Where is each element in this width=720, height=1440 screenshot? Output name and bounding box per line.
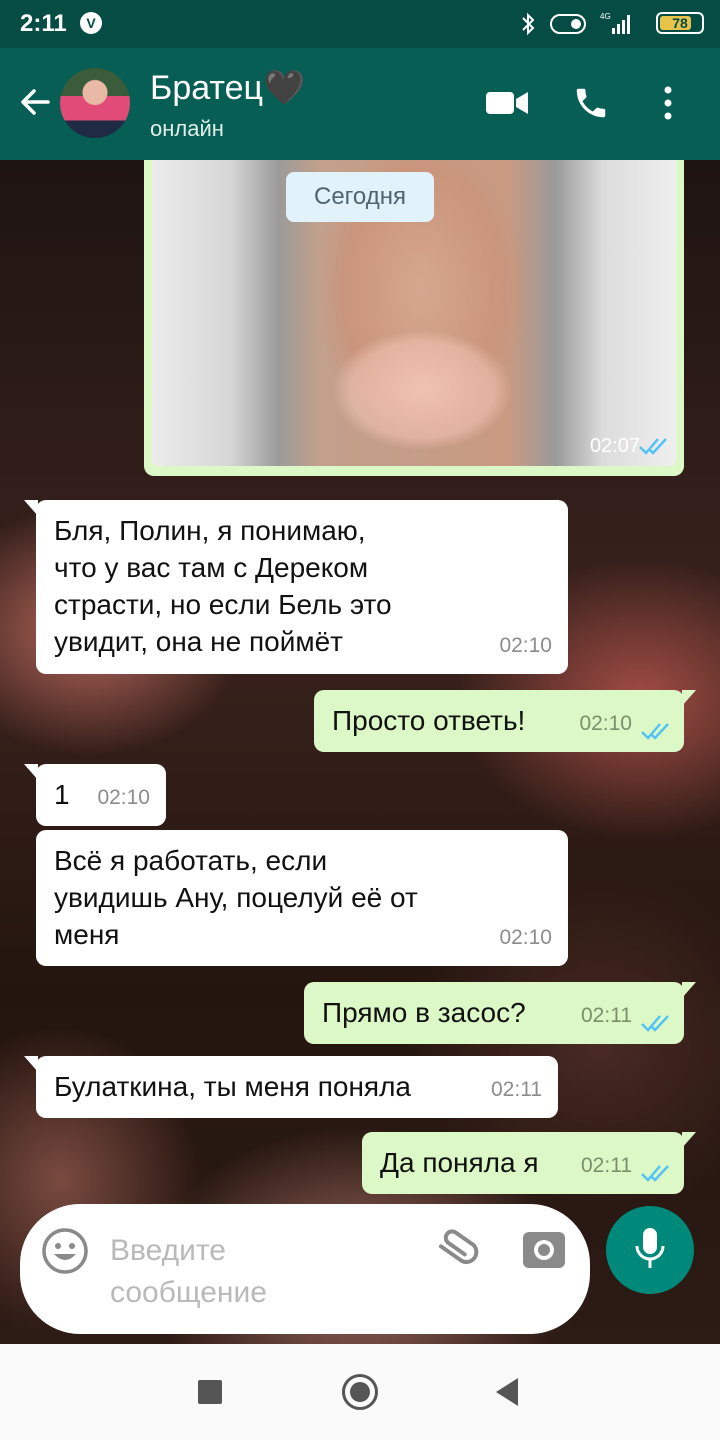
hotspot-toggle-icon — [550, 14, 586, 34]
bluetooth-icon — [520, 12, 536, 42]
contact-name[interactable]: Братец🖤 — [150, 68, 305, 108]
contact-status: онлайн — [150, 116, 224, 141]
message-text-line: Бля, Полин, я понимаю, — [54, 515, 366, 546]
attach-icon[interactable] — [430, 1226, 480, 1276]
status-time: 2:11 — [20, 10, 67, 37]
emoji-icon[interactable] — [40, 1226, 90, 1276]
signal-icon: 4G — [600, 10, 634, 36]
message-time: 02:10 — [579, 712, 632, 735]
read-ticks-icon — [639, 438, 667, 455]
message-text-line: увидишь Ану, поцелуй её от — [54, 882, 418, 913]
bubble-tail — [682, 1132, 696, 1148]
network-label: 4G — [600, 12, 611, 21]
carrier-badge: V — [80, 12, 102, 34]
message-time: 02:07 — [589, 435, 640, 457]
message-time: 02:11 — [491, 1078, 542, 1101]
read-ticks-icon — [641, 1015, 669, 1032]
message-text-line: Булаткина, ты меня поняла — [54, 1071, 411, 1102]
message-input[interactable]: Введите сообщение — [110, 1230, 410, 1314]
incoming-message[interactable]: Бля, Полин, я понимаю, что у вас там с Де… — [24, 500, 568, 674]
battery-icon: 78 — [656, 12, 704, 34]
message-text-line: что у вас там с Дереком — [54, 552, 369, 583]
voice-message-button[interactable] — [606, 1206, 694, 1294]
bubble-tail — [24, 500, 38, 516]
placeholder-line-1: Введите — [110, 1234, 226, 1267]
bubble-tail — [24, 764, 38, 780]
chat-area[interactable]: 02:07 Сегодня Бля, Полин, я понимаю, что … — [0, 160, 720, 1344]
video-call-icon[interactable] — [484, 84, 530, 125]
camera-icon[interactable] — [520, 1226, 568, 1274]
message-text-line: страсти, но если Бель это — [54, 589, 392, 620]
status-bar: 2:11 V 4G 78 — [0, 0, 720, 48]
message-text-line: меня — [54, 919, 120, 950]
message-time: 02:11 — [581, 1004, 632, 1027]
message-text-line: Всё я работать, если — [54, 845, 328, 876]
more-vert-icon[interactable] — [660, 84, 676, 127]
message-text-line: увидит, она не поймёт — [54, 626, 343, 657]
bubble-tail — [682, 690, 696, 706]
system-nav-bar — [0, 1344, 720, 1440]
back-arrow-icon[interactable] — [18, 84, 54, 120]
phone-icon[interactable] — [572, 84, 610, 127]
bubble-tail — [24, 1056, 38, 1072]
microphone-icon — [635, 1228, 665, 1268]
message-composer[interactable]: Введите сообщение — [20, 1204, 590, 1334]
incoming-message[interactable]: Всё я работать, если увидишь Ану, поцелуй… — [36, 830, 568, 966]
message-time: 02:10 — [97, 786, 150, 809]
message-time: 02:10 — [499, 926, 552, 949]
outgoing-message[interactable]: Прямо в засос? 02:11 — [304, 982, 696, 1044]
placeholder-line-2: сообщение — [110, 1276, 267, 1309]
incoming-message[interactable]: Булаткина, ты меня поняла 02:11 — [24, 1056, 558, 1118]
read-ticks-icon — [641, 723, 669, 740]
contact-avatar[interactable] — [60, 68, 130, 138]
read-ticks-icon — [641, 1165, 669, 1182]
recents-icon[interactable] — [198, 1380, 222, 1404]
bubble-tail — [682, 982, 696, 998]
nav-back-icon[interactable] — [496, 1378, 518, 1406]
battery-level: 78 — [672, 15, 688, 31]
incoming-message[interactable]: 1 02:10 — [24, 764, 166, 826]
date-separator: Сегодня — [286, 172, 434, 222]
outgoing-message[interactable]: Просто ответь! 02:10 — [314, 690, 696, 752]
outgoing-message[interactable]: Да поняла я 02:11 — [362, 1132, 696, 1194]
message-time: 02:11 — [581, 1154, 632, 1177]
chat-header: Братец🖤 онлайн — [0, 48, 720, 160]
home-icon[interactable] — [342, 1374, 378, 1410]
message-time: 02:10 — [499, 634, 552, 657]
